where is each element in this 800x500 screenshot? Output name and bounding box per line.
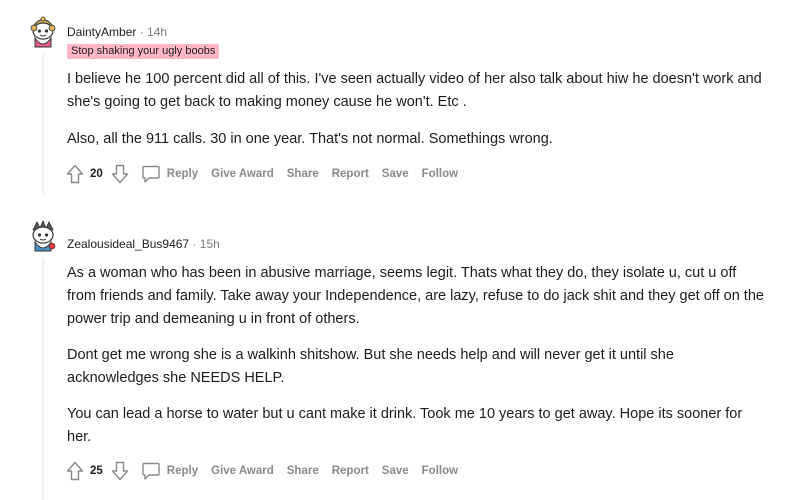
thread-line[interactable] — [42, 54, 44, 194]
author-name[interactable]: DaintyAmber — [67, 25, 136, 39]
comment-bubble-icon[interactable] — [141, 164, 161, 184]
snoo-avatar-icon — [32, 219, 56, 252]
comment: DaintyAmber · 14h Stop shaking your ugly… — [0, 0, 800, 200]
upvote-icon[interactable] — [66, 164, 84, 184]
comment: Zealousideal_Bus9467 · 15h As a woman wh… — [0, 212, 800, 500]
vote-score: 25 — [90, 465, 103, 477]
timestamp[interactable]: 14h — [147, 25, 167, 39]
user-flair: Stop shaking your ugly boobs — [67, 44, 220, 59]
share-button[interactable]: Share — [287, 168, 319, 180]
avatar[interactable] — [28, 16, 58, 48]
downvote-icon[interactable] — [111, 461, 129, 481]
comment-paragraph: You can lead a horse to water but u cant… — [67, 406, 743, 445]
timestamp[interactable]: 15h — [200, 237, 220, 251]
follow-button[interactable]: Follow — [422, 465, 458, 477]
upvote-icon[interactable] — [66, 461, 84, 481]
reply-button[interactable]: Reply — [167, 465, 198, 477]
snoo-avatar-icon — [30, 16, 56, 48]
reply-button[interactable]: Reply — [167, 168, 198, 180]
report-button[interactable]: Report — [332, 168, 369, 180]
report-button[interactable]: Report — [332, 465, 369, 477]
vote-score: 20 — [90, 168, 103, 180]
avatar[interactable] — [28, 219, 58, 252]
comment-actions: 25 Reply Give Award Share Report Save Fo… — [66, 459, 471, 483]
comment-paragraph: Also, all the 911 calls. 30 in one year.… — [67, 131, 553, 147]
comment-paragraph: As a woman who has been in abusive marri… — [67, 265, 764, 327]
author-name[interactable]: Zealousideal_Bus9467 — [67, 237, 189, 251]
downvote-icon[interactable] — [111, 164, 129, 184]
comment-actions: 20 Reply Give Award Share Report Save Fo… — [66, 162, 471, 186]
meta-separator: · — [139, 25, 144, 39]
comment-meta: DaintyAmber · 14h — [67, 24, 167, 40]
comment-bubble-icon[interactable] — [141, 461, 161, 481]
follow-button[interactable]: Follow — [422, 168, 458, 180]
comment-meta: Zealousideal_Bus9467 · 15h — [67, 236, 220, 252]
save-button[interactable]: Save — [382, 465, 409, 477]
give-award-button[interactable]: Give Award — [211, 465, 274, 477]
share-button[interactable]: Share — [287, 465, 319, 477]
thread-line[interactable] — [42, 258, 44, 500]
meta-separator: · — [192, 237, 197, 251]
comment-paragraph: I believe he 100 percent did all of this… — [67, 71, 762, 110]
save-button[interactable]: Save — [382, 168, 409, 180]
give-award-button[interactable]: Give Award — [211, 168, 274, 180]
comment-paragraph: Dont get me wrong she is a walkinh shits… — [67, 347, 674, 386]
